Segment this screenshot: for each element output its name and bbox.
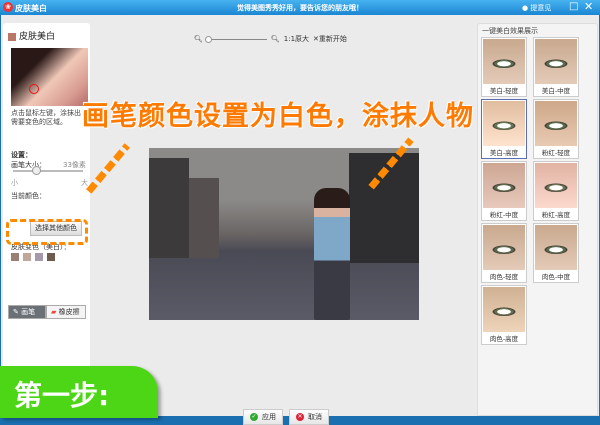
example-portrait bbox=[11, 48, 88, 106]
check-icon: ✓ bbox=[250, 413, 258, 421]
brush-label: 画笔 bbox=[21, 308, 36, 316]
current-color-label: 当前颜色： bbox=[11, 192, 46, 200]
eye-image bbox=[535, 163, 577, 208]
zoom-knob[interactable] bbox=[204, 35, 212, 43]
presets-title: 一键美白效果展示 bbox=[482, 27, 538, 35]
highlight-box bbox=[6, 219, 88, 245]
preset-thumb[interactable]: 美白-中度 bbox=[533, 37, 579, 97]
person bbox=[314, 188, 350, 320]
slogan: 觉得美图秀秀好用，要告诉您的朋友哦！ bbox=[237, 4, 363, 12]
preset-thumb-selected[interactable]: 美白-高度 bbox=[481, 99, 527, 159]
step-badge: 第一步: bbox=[0, 366, 158, 418]
cancel-label: 取消 bbox=[308, 413, 322, 421]
preset-caption: 美白-高度 bbox=[489, 149, 519, 157]
panel-title-text: 皮肤美白 bbox=[19, 32, 56, 42]
maximize-button[interactable]: □ bbox=[569, 1, 578, 12]
preset-caption: 肉色-高度 bbox=[489, 335, 519, 343]
preset-caption: 美白-中度 bbox=[541, 87, 571, 95]
eraser-icon: ▰ bbox=[51, 308, 57, 316]
instruction-overlay: 画笔颜色设置为白色，涂抹人物 bbox=[82, 101, 474, 132]
swatch[interactable] bbox=[35, 253, 43, 261]
apply-label: 应用 bbox=[262, 413, 276, 421]
hint-text: 点击鼠标左键，涂抹出需要变色的区域。 bbox=[11, 109, 81, 126]
min-label: 小 bbox=[11, 179, 18, 187]
preset-caption: 肉色-中度 bbox=[541, 273, 571, 281]
brush-size-value: 33像素 bbox=[63, 161, 86, 169]
right-panel: 一键美白效果展示 美白-轻度 美白-中度 美白-高度 粉红-轻度 粉红-中度 粉… bbox=[477, 23, 598, 416]
skin-icon bbox=[8, 32, 16, 41]
swatch[interactable] bbox=[47, 253, 55, 261]
preset-thumb[interactable]: 粉红-高度 bbox=[533, 161, 579, 221]
eye-image bbox=[483, 287, 525, 332]
preset-thumb[interactable]: 肉色-中度 bbox=[533, 223, 579, 283]
brush-size-slider[interactable] bbox=[13, 166, 83, 175]
cancel-button[interactable]: ✕ 取消 bbox=[289, 409, 329, 425]
zoom-slider[interactable] bbox=[204, 35, 267, 43]
brush-tool-button[interactable]: ✎ 画笔 bbox=[8, 305, 46, 319]
eye-image bbox=[535, 101, 577, 146]
preset-caption: 美白-轻度 bbox=[489, 87, 519, 95]
swatches bbox=[11, 253, 55, 261]
actual-size-button[interactable]: 1:1原大 bbox=[284, 34, 309, 44]
preset-caption: 粉红-高度 bbox=[541, 211, 571, 219]
eye-image bbox=[535, 225, 577, 270]
eye-image bbox=[483, 39, 525, 84]
restart-button[interactable]: ✕重新开始 bbox=[313, 34, 347, 44]
restart-label: 重新开始 bbox=[318, 35, 347, 43]
eye-image bbox=[535, 39, 577, 84]
apply-button[interactable]: ✓ 应用 bbox=[243, 409, 283, 425]
zoom-in-icon[interactable]: 🔍︎ bbox=[271, 35, 280, 43]
building bbox=[149, 158, 189, 258]
eraser-tool-button[interactable]: ▰ 橡皮擦 bbox=[46, 305, 86, 319]
preset-caption: 粉红-轻度 bbox=[541, 149, 571, 157]
swatch[interactable] bbox=[23, 253, 31, 261]
preset-thumb[interactable]: 美白-轻度 bbox=[481, 37, 527, 97]
eraser-label: 橡皮擦 bbox=[58, 308, 80, 316]
swatch[interactable] bbox=[11, 253, 19, 261]
slider-knob[interactable] bbox=[32, 166, 41, 175]
cancel-icon: ✕ bbox=[296, 413, 304, 421]
preset-caption: 肉色-轻度 bbox=[489, 273, 519, 281]
close-button[interactable]: ✕ bbox=[584, 0, 593, 13]
preset-thumb[interactable]: 粉红-中度 bbox=[481, 161, 527, 221]
zoom-toolbar: 🔍︎ 🔍︎ 1:1原大 ✕重新开始 bbox=[194, 34, 347, 44]
feedback-link[interactable]: ● 提意见 bbox=[522, 3, 551, 13]
preset-thumb[interactable]: 肉色-轻度 bbox=[481, 223, 527, 283]
highlight-circle bbox=[29, 84, 39, 94]
preset-thumb[interactable]: 粉红-轻度 bbox=[533, 99, 579, 159]
settings-label: 设置： bbox=[11, 151, 32, 159]
zoom-out-icon[interactable]: 🔍︎ bbox=[194, 35, 203, 43]
building bbox=[189, 178, 219, 258]
panel-title: 皮肤美白 bbox=[8, 29, 55, 42]
tool-switch: ✎ 画笔 ▰ 橡皮擦 bbox=[8, 305, 86, 319]
eye-image bbox=[483, 101, 525, 146]
preset-thumb[interactable]: 肉色-高度 bbox=[481, 285, 527, 345]
preset-caption: 粉红-中度 bbox=[489, 211, 519, 219]
eye-image bbox=[483, 225, 525, 270]
feedback-label: 提意见 bbox=[530, 4, 552, 12]
title-bar: ❀ 皮肤美白 觉得美图秀秀好用，要告诉您的朋友哦！ ● 提意见 □ ✕ bbox=[0, 0, 600, 15]
eye-image bbox=[483, 163, 525, 208]
main-area: 皮肤美白 点击鼠标左键，涂抹出需要变色的区域。 设置： 画笔大小： 33像素 小… bbox=[1, 15, 599, 425]
